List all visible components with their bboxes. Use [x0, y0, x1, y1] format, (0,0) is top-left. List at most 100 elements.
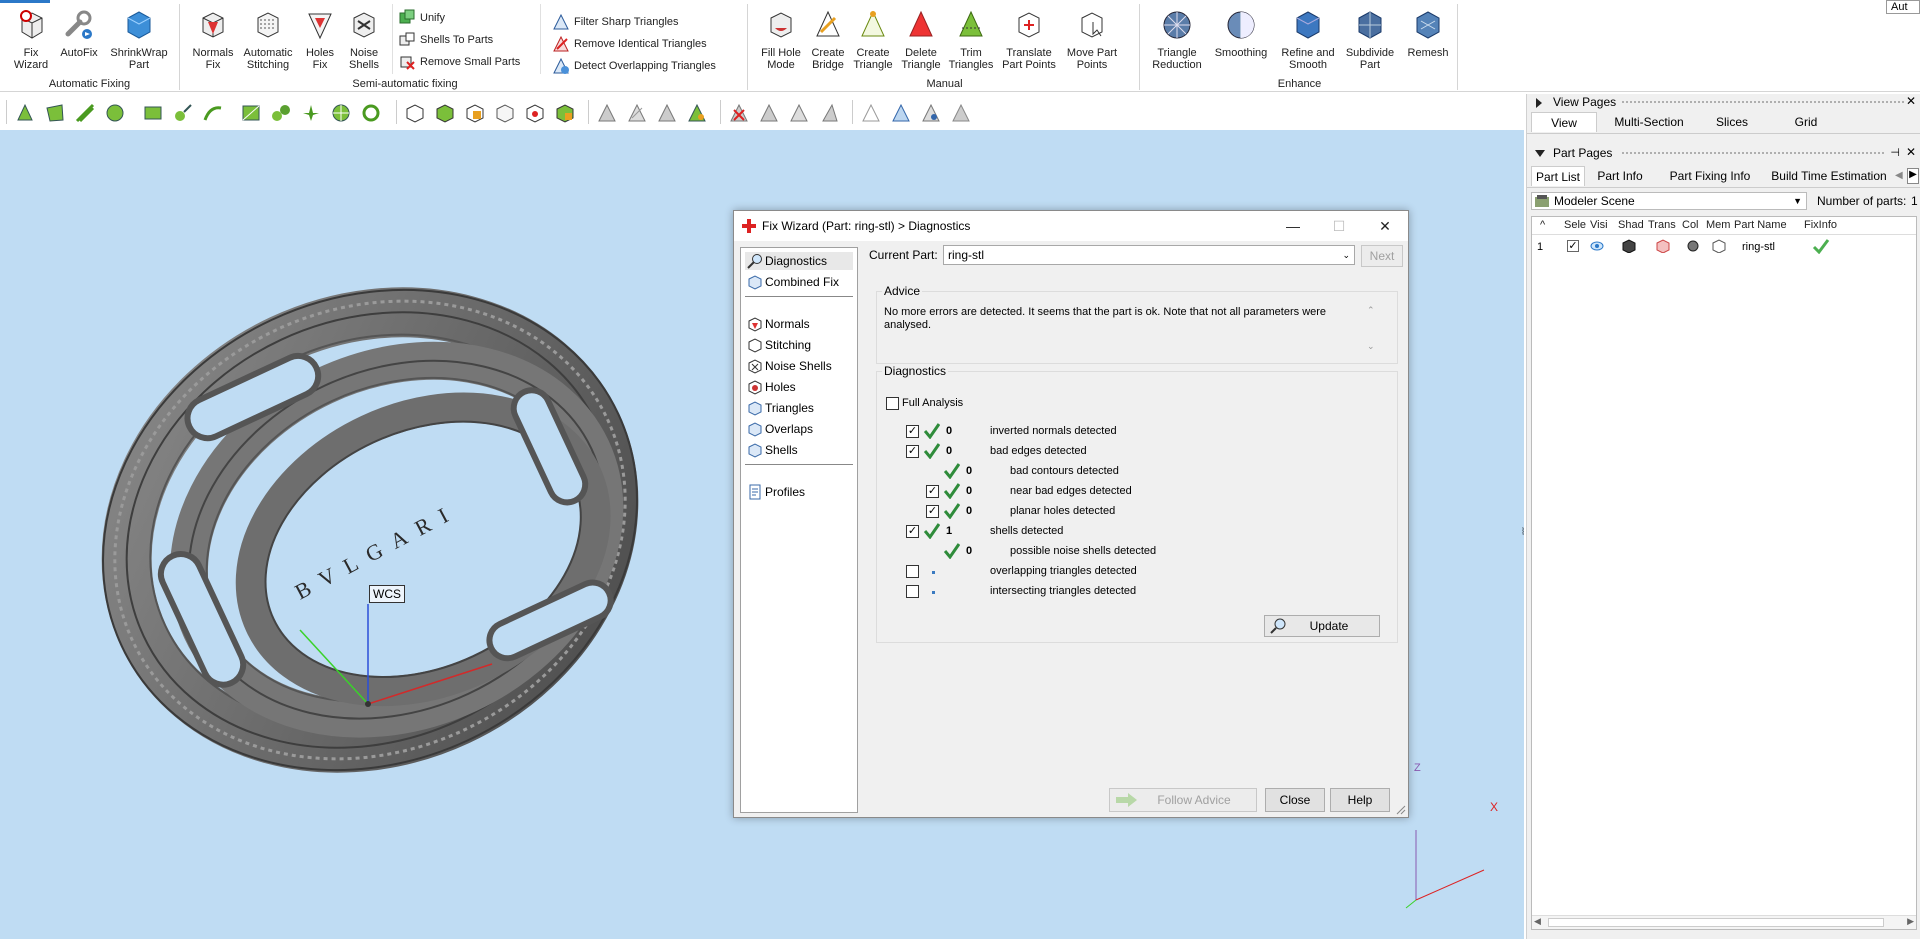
column-header[interactable]: Trans: [1648, 219, 1676, 231]
triangle-color-icon[interactable]: [686, 102, 708, 124]
shells-to-parts-button[interactable]: Shells To Parts: [398, 30, 493, 50]
transparency-icon[interactable]: [1656, 239, 1670, 253]
shaded-cube-icon[interactable]: [1622, 239, 1636, 253]
tab-part-info[interactable]: Part Info: [1589, 166, 1651, 186]
collapse-icon[interactable]: [1535, 150, 1545, 158]
tab-slices[interactable]: Slices: [1697, 112, 1767, 132]
part-white-icon[interactable]: [494, 102, 516, 124]
triangle-delete-icon[interactable]: [728, 102, 750, 124]
expand-icon[interactable]: [1535, 98, 1543, 108]
part-blue-icon[interactable]: [464, 102, 486, 124]
smoothing-button[interactable]: Smoothing: [1210, 8, 1272, 59]
fix-wizard-button[interactable]: Fix Wizard: [6, 8, 56, 71]
nav-profiles[interactable]: Profiles: [745, 483, 805, 501]
panel-grip[interactable]: [1621, 151, 1885, 156]
triangle-grey-icon-5[interactable]: [788, 102, 810, 124]
triangle-grey-icon-1[interactable]: [596, 102, 618, 124]
triangle-grey-icon-4[interactable]: [758, 102, 780, 124]
scene-select[interactable]: Modeler Scene ▼: [1531, 192, 1807, 210]
select-connected-icon[interactable]: [270, 102, 292, 124]
nav-holes[interactable]: Holes: [745, 378, 796, 396]
minimize-button[interactable]: —: [1270, 211, 1316, 241]
nav-triangles[interactable]: Triangles: [745, 399, 814, 417]
advice-scrollbar[interactable]: ⌃ ⌄: [1364, 305, 1382, 357]
tab-view[interactable]: View: [1531, 112, 1597, 132]
subdivide-button[interactable]: Subdivide Part: [1342, 8, 1398, 71]
remesh-button[interactable]: Remesh: [1400, 8, 1456, 59]
full-analysis-checkbox[interactable]: [886, 397, 899, 410]
holes-fix-button[interactable]: Holes Fix: [298, 8, 342, 71]
row-checkbox[interactable]: ✓: [906, 525, 919, 538]
unify-button[interactable]: Unify: [398, 8, 445, 28]
move-points-button[interactable]: Move Part Points: [1062, 8, 1122, 71]
refine-smooth-button[interactable]: Refine and Smooth: [1276, 8, 1340, 71]
row-checkbox[interactable]: [906, 565, 919, 578]
nav-overlaps[interactable]: Overlaps: [745, 420, 813, 438]
remove-identical-button[interactable]: Remove Identical Triangles: [552, 34, 707, 54]
select-checkbox[interactable]: ✓: [1567, 240, 1579, 252]
scroll-up-icon[interactable]: ⌃: [1367, 305, 1375, 316]
scroll-right-icon[interactable]: ▶: [1907, 916, 1914, 927]
triangle-reduction-button[interactable]: Triangle Reduction: [1146, 8, 1208, 71]
scroll-left-icon[interactable]: ◀: [1534, 916, 1541, 927]
table-row[interactable]: 1 ✓ ring-stl: [1532, 237, 1916, 257]
row-checkbox[interactable]: ✓: [926, 485, 939, 498]
close-button[interactable]: Close: [1265, 788, 1325, 812]
triangle-outline-icon[interactable]: [860, 102, 882, 124]
noise-shells-button[interactable]: Noise Shells: [342, 8, 386, 71]
row-checkbox[interactable]: ✓: [906, 425, 919, 438]
triangle-grey-icon-3[interactable]: [656, 102, 678, 124]
fill-hole-mode-button[interactable]: Fill Hole Mode: [756, 8, 806, 71]
column-header[interactable]: Visi: [1590, 219, 1608, 231]
color-circle-icon[interactable]: [1687, 240, 1699, 252]
column-header[interactable]: Shad: [1618, 219, 1644, 231]
part-box-icon[interactable]: [404, 102, 426, 124]
current-part-select[interactable]: ring-stl ⌄: [943, 245, 1355, 265]
triangle-eye-icon[interactable]: [920, 102, 942, 124]
follow-advice-button[interactable]: Follow Advice: [1109, 788, 1257, 812]
scroll-down-icon[interactable]: ⌄: [1367, 341, 1375, 352]
column-header[interactable]: ^: [1540, 219, 1545, 231]
select-shell-icon[interactable]: [74, 102, 96, 124]
pin-icon[interactable]: ⊣: [1890, 146, 1900, 159]
resize-grip-icon[interactable]: [1396, 805, 1406, 815]
select-box-icon[interactable]: [142, 102, 164, 124]
part-red-icon[interactable]: [524, 102, 546, 124]
tab-grid[interactable]: Grid: [1771, 112, 1841, 132]
close-icon[interactable]: ✕: [1906, 145, 1916, 159]
memory-cube-icon[interactable]: [1712, 239, 1726, 253]
column-header[interactable]: Mem: [1706, 219, 1730, 231]
visible-eye-icon[interactable]: [1590, 241, 1604, 251]
triangle-grey-icon-2[interactable]: [626, 102, 648, 124]
triangle-blue-icon[interactable]: [890, 102, 912, 124]
select-arrow-icon[interactable]: [14, 102, 36, 124]
row-checkbox[interactable]: [906, 585, 919, 598]
select-flower-icon[interactable]: [300, 102, 322, 124]
nav-stitching[interactable]: Stitching: [745, 336, 811, 354]
scroll-thumb[interactable]: [1548, 918, 1884, 927]
next-button[interactable]: Next: [1361, 245, 1403, 267]
normals-fix-button[interactable]: Normals Fix: [188, 8, 238, 71]
maximize-button[interactable]: ☐: [1316, 211, 1362, 241]
splitter-handle[interactable]: ⦚: [1522, 527, 1524, 538]
column-header[interactable]: Sele: [1564, 219, 1586, 231]
help-button[interactable]: Help: [1330, 788, 1390, 812]
select-wheel-icon[interactable]: [330, 102, 352, 124]
tab-build-time[interactable]: Build Time Estimation: [1769, 166, 1889, 186]
update-button[interactable]: Update: [1264, 615, 1380, 637]
part-multi-icon[interactable]: [554, 102, 576, 124]
nav-diagnostics[interactable]: Diagnostics: [745, 252, 853, 270]
triangle-hidden-icon[interactable]: [950, 102, 972, 124]
select-plane-icon[interactable]: [240, 102, 262, 124]
column-header[interactable]: Part Name: [1734, 219, 1787, 231]
detect-overlapping-button[interactable]: Detect Overlapping Triangles: [552, 56, 716, 76]
tab-scroll-right-icon[interactable]: ▶: [1907, 168, 1919, 184]
aut-field[interactable]: Aut: [1886, 0, 1920, 14]
part-green-icon[interactable]: [434, 102, 456, 124]
autofix-button[interactable]: AutoFix: [54, 8, 104, 59]
nav-combined-fix[interactable]: Combined Fix: [745, 273, 839, 291]
filter-sharp-triangles-button[interactable]: Filter Sharp Triangles: [552, 12, 679, 32]
select-lasso-icon[interactable]: [202, 102, 224, 124]
tab-scroll-left-icon[interactable]: ◀: [1895, 170, 1903, 181]
shrinkwrap-button[interactable]: ShrinkWrap Part: [104, 8, 174, 71]
